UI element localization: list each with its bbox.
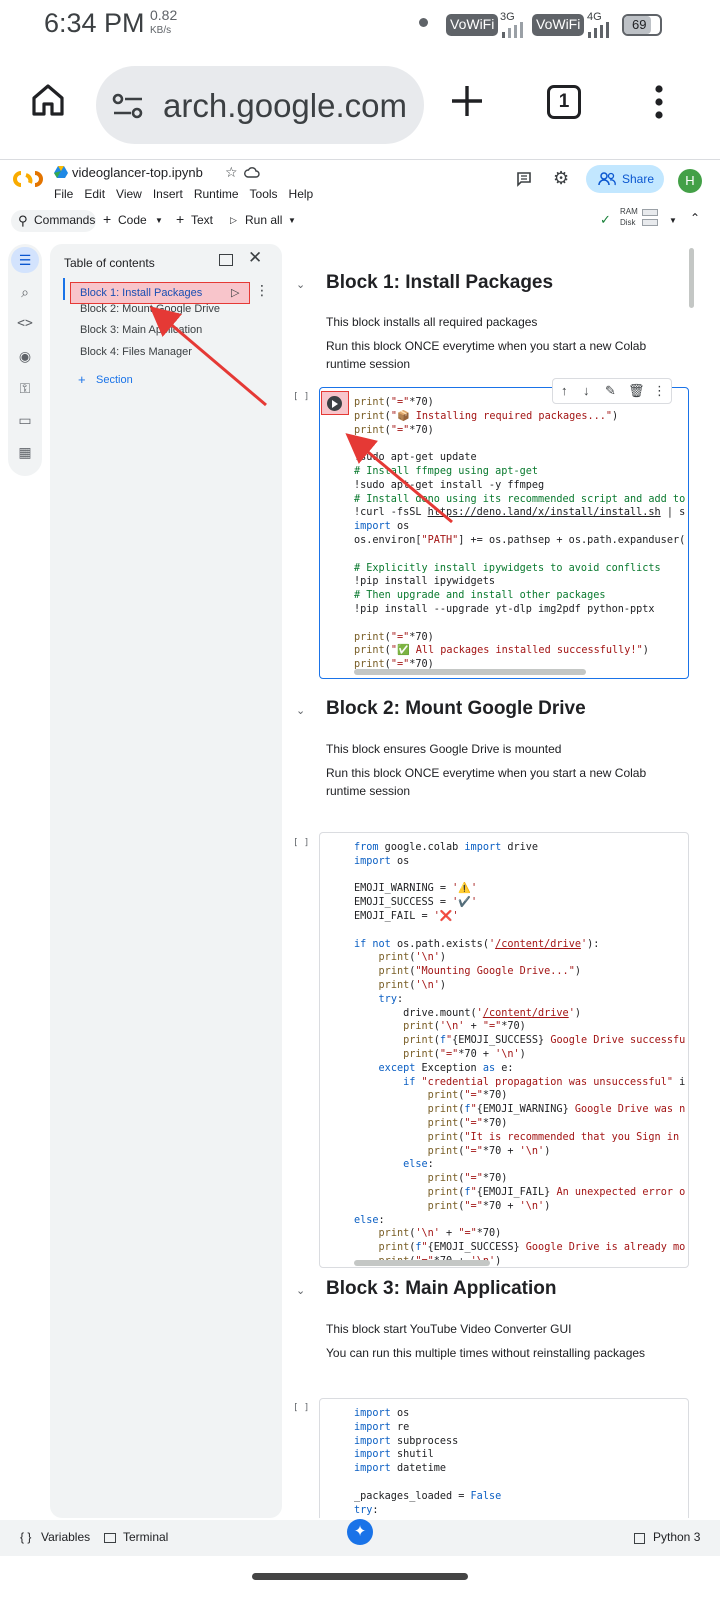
runtime-type[interactable]: Python 3 — [653, 1530, 700, 1544]
terminal-icon[interactable] — [104, 1533, 116, 1543]
gemini-sparkle-icon[interactable]: ✦ — [347, 1519, 373, 1545]
runtime-server-icon[interactable] — [634, 1533, 645, 1544]
annotation-arrows — [149, 306, 453, 524]
gesture-nav-bar[interactable] — [252, 1573, 468, 1580]
variables-button[interactable]: Variables — [41, 1530, 90, 1544]
variables-icon[interactable]: { } — [20, 1530, 31, 1544]
terminal-button[interactable]: Terminal — [123, 1530, 168, 1544]
